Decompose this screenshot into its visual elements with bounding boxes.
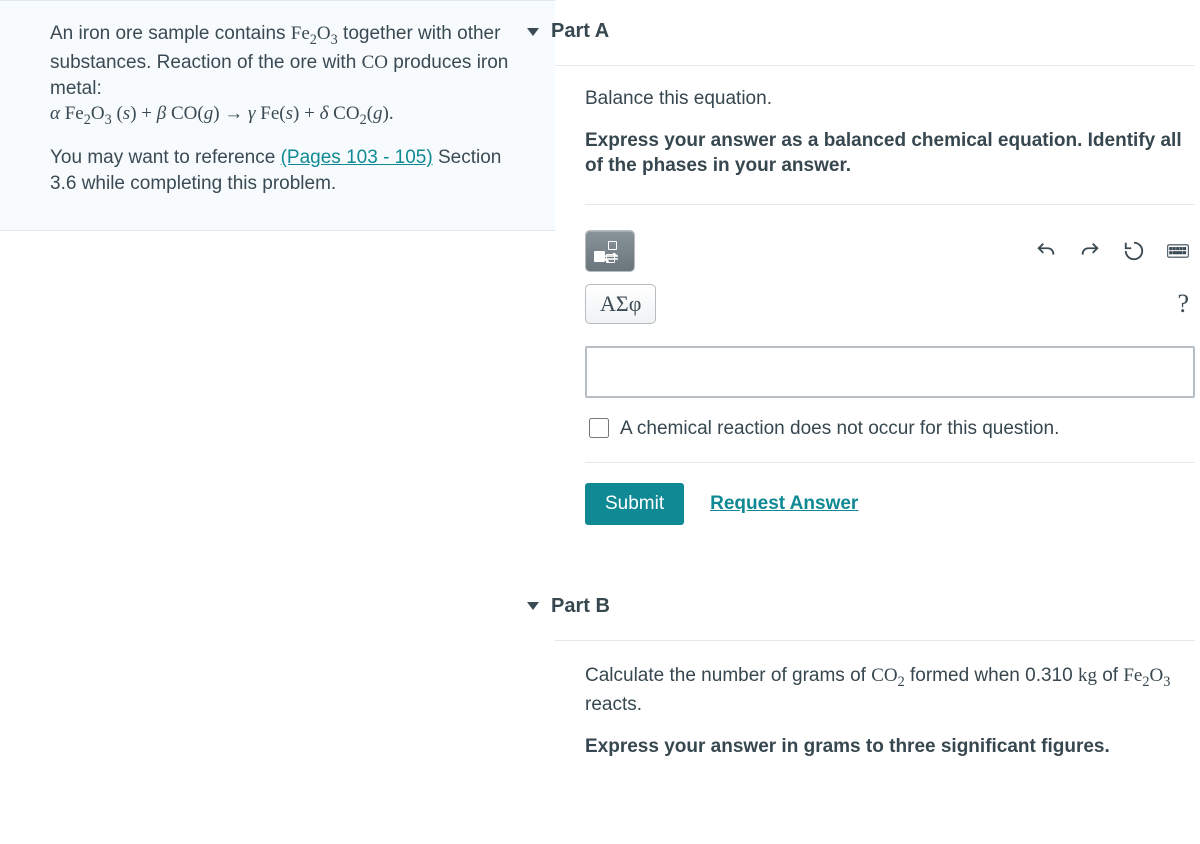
formula-fe2o3: Fe2O3: [1123, 665, 1170, 686]
problem-intro: An iron ore sample contains Fe2O3 togeth…: [50, 21, 530, 130]
no-reaction-row: A chemical reaction does not occur for t…: [585, 416, 1195, 463]
no-reaction-label: A chemical reaction does not occur for t…: [620, 416, 1059, 442]
action-row: Submit Request Answer: [585, 483, 1195, 525]
instruction: Balance this equation.: [585, 86, 1195, 112]
part-title: Part A: [551, 20, 609, 43]
directive: Express your answer as a balanced chemic…: [585, 128, 1195, 179]
request-answer-link[interactable]: Request Answer: [710, 493, 858, 515]
template-tool-button[interactable]: ⇌: [585, 230, 635, 272]
part-b-header[interactable]: Part B: [555, 575, 1195, 641]
answer-input[interactable]: [585, 346, 1195, 398]
editor-toolbar-2: ΑΣφ ?: [585, 284, 1195, 324]
undo-button[interactable]: [1029, 234, 1063, 268]
editor-toolbar: ⇌: [585, 230, 1195, 272]
reset-button[interactable]: [1117, 234, 1151, 268]
chevron-down-icon: [527, 602, 539, 610]
reference-pages-link[interactable]: (Pages 103 - 105): [281, 147, 433, 168]
formula-co: CO: [362, 52, 388, 73]
text: You may want to reference: [50, 147, 281, 168]
part-title: Part B: [551, 595, 610, 618]
reference-text: You may want to reference (Pages 103 - 1…: [50, 145, 530, 196]
greek-symbols-button[interactable]: ΑΣφ: [585, 284, 656, 324]
keyboard-button[interactable]: [1161, 234, 1195, 268]
help-button[interactable]: ?: [1171, 288, 1195, 320]
text: Calculate the number of grams of: [585, 665, 871, 686]
text: formed when 0.310: [905, 665, 1078, 686]
text: reacts.: [585, 694, 642, 715]
equation-editor: ⇌ ΑΣφ: [585, 204, 1195, 525]
equation: α Fe2O3 (s) + β CO(g) → γ Fe(s) + δ CO2(…: [50, 103, 394, 124]
problem-statement: An iron ore sample contains Fe2O3 togeth…: [0, 0, 555, 231]
text: An iron ore sample contains: [50, 23, 291, 44]
part-a-header[interactable]: Part A: [555, 0, 1195, 66]
redo-button[interactable]: [1073, 234, 1107, 268]
chevron-down-icon: [527, 28, 539, 36]
unit-kg: kg: [1078, 665, 1097, 686]
no-reaction-checkbox[interactable]: [589, 418, 609, 438]
text: of: [1097, 665, 1123, 686]
submit-button[interactable]: Submit: [585, 483, 684, 525]
formula-co2: CO2: [871, 665, 905, 686]
formula-fe2o3: Fe2O3: [291, 23, 338, 44]
part-b-directive: Express your answer in grams to three si…: [585, 734, 1195, 761]
part-b-question: Calculate the number of grams of CO2 for…: [585, 663, 1195, 719]
